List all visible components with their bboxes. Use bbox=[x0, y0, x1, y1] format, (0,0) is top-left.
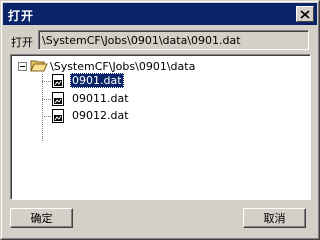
open-dialog: 打开 打开 \SystemCF\Jobs\0901\data\0901.dat … bbox=[0, 0, 320, 240]
data-file-icon bbox=[52, 109, 64, 123]
title-bar[interactable]: 打开 bbox=[3, 3, 317, 25]
data-file-icon bbox=[52, 74, 64, 88]
file-label: 09012.dat bbox=[72, 109, 129, 122]
tree-root-folder[interactable]: \SystemCF\Jobs\0901\data bbox=[50, 60, 195, 73]
file-label: 0901.dat bbox=[70, 73, 124, 88]
tree-connector bbox=[42, 74, 43, 141]
dialog-title: 打开 bbox=[8, 9, 35, 23]
ok-button[interactable]: 确定 bbox=[10, 208, 73, 228]
path-label: 打开 bbox=[11, 36, 33, 49]
data-file-icon bbox=[52, 92, 64, 106]
close-icon bbox=[300, 9, 310, 19]
cancel-button[interactable]: 取消 bbox=[243, 208, 306, 228]
folder-open-icon bbox=[30, 60, 48, 72]
file-tree[interactable]: \SystemCF\Jobs\0901\data 0901.dat 09011.… bbox=[10, 54, 311, 200]
path-field[interactable]: \SystemCF\Jobs\0901\data\0901.dat bbox=[38, 30, 309, 50]
close-button[interactable] bbox=[296, 6, 314, 22]
file-label: 09011.dat bbox=[72, 92, 129, 105]
collapse-toggle[interactable] bbox=[18, 62, 27, 71]
